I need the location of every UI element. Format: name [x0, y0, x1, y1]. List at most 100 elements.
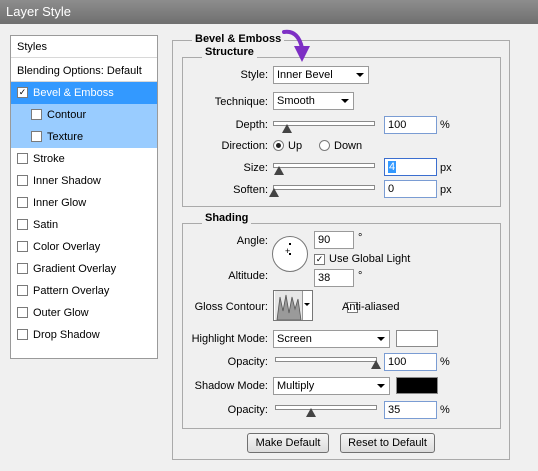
sidebar-item-blending-options[interactable]: Blending Options: Default: [11, 60, 157, 82]
altitude-label: Altitude:: [228, 270, 268, 282]
sidebar-item-drop-shadow[interactable]: Drop Shadow: [11, 324, 157, 346]
shadow-opacity-label: Opacity:: [227, 404, 268, 416]
structure-title: Structure: [202, 46, 257, 58]
shading-title: Shading: [202, 212, 252, 224]
angle-dial[interactable]: +: [272, 236, 308, 272]
direction-down-label: Down: [334, 140, 363, 152]
pattern-overlay-checkbox[interactable]: [17, 284, 28, 296]
stroke-checkbox[interactable]: [17, 152, 28, 164]
chevron-down-icon: [341, 99, 349, 103]
shadow-opacity-slider[interactable]: [275, 405, 377, 410]
sidebar-item-label: Texture: [47, 131, 84, 143]
shadow-opacity-unit: %: [440, 404, 450, 416]
inner-glow-checkbox[interactable]: [17, 196, 28, 208]
size-slider[interactable]: [273, 163, 375, 168]
sidebar-item-label: Bevel & Emboss: [33, 87, 114, 99]
angle-unit: °: [358, 232, 363, 244]
sidebar-item-texture[interactable]: Texture: [11, 126, 157, 148]
shadow-opacity-slider-thumb[interactable]: [306, 408, 316, 417]
sidebar-item-inner-shadow[interactable]: Inner Shadow: [11, 170, 157, 192]
chevron-down-icon: [304, 303, 310, 306]
satin-checkbox[interactable]: [17, 218, 28, 230]
highlight-opacity-slider-thumb[interactable]: [371, 360, 381, 369]
window-title: Layer Style: [0, 0, 538, 24]
soften-input[interactable]: 0: [384, 180, 437, 198]
highlight-opacity-input[interactable]: 100: [384, 353, 437, 371]
sidebar-item-label: Blending Options: Default: [17, 65, 142, 77]
style-dropdown[interactable]: Inner Bevel: [273, 66, 369, 84]
sidebar-item-label: Color Overlay: [33, 241, 101, 253]
size-slider-thumb[interactable]: [274, 166, 284, 175]
sidebar-item-bevel-emboss[interactable]: ✓ Bevel & Emboss: [11, 82, 157, 104]
angle-input[interactable]: 90: [314, 231, 354, 249]
global-light-label: Use Global Light: [329, 253, 411, 265]
angle-dial-marker: [289, 243, 291, 245]
gloss-contour-preview-icon: [275, 291, 303, 320]
highlight-opacity-slider[interactable]: [275, 357, 377, 362]
soften-slider-thumb[interactable]: [269, 188, 279, 197]
sidebar-item-outer-glow[interactable]: Outer Glow: [11, 302, 157, 324]
sidebar-item-contour[interactable]: Contour: [11, 104, 157, 126]
sidebar-item-label: Inner Shadow: [33, 175, 101, 187]
bevel-emboss-checkbox[interactable]: ✓: [17, 86, 28, 98]
inner-shadow-checkbox[interactable]: [17, 174, 28, 186]
shadow-opacity-input[interactable]: 35: [384, 401, 437, 419]
technique-label: Technique:: [214, 96, 268, 108]
global-light-checkbox[interactable]: ✓: [314, 253, 325, 265]
size-value: 4: [388, 161, 397, 173]
sidebar-item-stroke[interactable]: Stroke: [11, 148, 157, 170]
gloss-contour-label: Gloss Contour:: [194, 301, 268, 313]
depth-label: Depth:: [235, 119, 268, 131]
sidebar-item-gradient-overlay[interactable]: Gradient Overlay: [11, 258, 157, 280]
sidebar-item-label: Gradient Overlay: [33, 263, 117, 275]
sidebar-item-styles[interactable]: Styles: [11, 36, 157, 58]
altitude-input[interactable]: 38: [314, 269, 354, 287]
sidebar-item-inner-glow[interactable]: Inner Glow: [11, 192, 157, 214]
gloss-contour-dropdown[interactable]: [302, 291, 312, 320]
sidebar-item-satin[interactable]: Satin: [11, 214, 157, 236]
anti-aliased-label: Anti-aliased: [342, 301, 400, 313]
chevron-down-icon: [377, 384, 385, 388]
soften-slider[interactable]: [273, 185, 375, 190]
make-default-button[interactable]: Make Default: [247, 433, 329, 453]
contour-checkbox[interactable]: [31, 108, 42, 120]
chevron-down-icon: [377, 337, 385, 341]
reset-to-default-button[interactable]: Reset to Default: [340, 433, 435, 453]
annotation-arrow-icon: [282, 29, 310, 62]
direction-up-radio[interactable]: [273, 140, 284, 151]
soften-unit: px: [440, 184, 452, 196]
sidebar-item-pattern-overlay[interactable]: Pattern Overlay: [11, 280, 157, 302]
texture-checkbox[interactable]: [31, 130, 42, 142]
highlight-mode-value: Screen: [277, 333, 312, 345]
depth-slider-thumb[interactable]: [282, 124, 292, 133]
drop-shadow-checkbox[interactable]: [17, 328, 28, 340]
shadow-mode-value: Multiply: [277, 380, 315, 392]
sidebar-item-label: Satin: [33, 219, 59, 231]
soften-label: Soften:: [233, 184, 268, 196]
highlight-mode-label: Highlight Mode:: [191, 333, 268, 345]
color-overlay-checkbox[interactable]: [17, 240, 28, 252]
highlight-mode-dropdown[interactable]: Screen: [273, 330, 390, 348]
sidebar-item-label: Contour: [47, 109, 87, 121]
crosshair-icon: +: [285, 246, 291, 256]
depth-input[interactable]: 100: [384, 116, 437, 134]
highlight-color-swatch[interactable]: [396, 330, 438, 347]
shadow-mode-label: Shadow Mode:: [194, 380, 268, 392]
shadow-mode-dropdown[interactable]: Multiply: [273, 377, 390, 395]
sidebar-item-label: Drop Shadow: [33, 329, 100, 341]
gradient-overlay-checkbox[interactable]: [17, 262, 28, 274]
size-label: Size:: [243, 162, 268, 174]
sidebar-item-color-overlay[interactable]: Color Overlay: [11, 236, 157, 258]
gloss-contour-picker[interactable]: [273, 290, 313, 321]
technique-value: Smooth: [277, 95, 315, 107]
sidebar-item-label: Stroke: [33, 153, 65, 165]
bevel-emboss-title: Bevel & Emboss: [192, 33, 285, 45]
style-value: Inner Bevel: [277, 69, 333, 81]
technique-dropdown[interactable]: Smooth: [273, 92, 354, 110]
direction-down-radio[interactable]: [319, 140, 330, 151]
sidebar-item-label: Pattern Overlay: [33, 285, 110, 297]
shadow-color-swatch[interactable]: [396, 377, 438, 394]
outer-glow-checkbox[interactable]: [17, 306, 28, 318]
chevron-down-icon: [356, 73, 364, 77]
size-input[interactable]: 4: [384, 158, 437, 176]
